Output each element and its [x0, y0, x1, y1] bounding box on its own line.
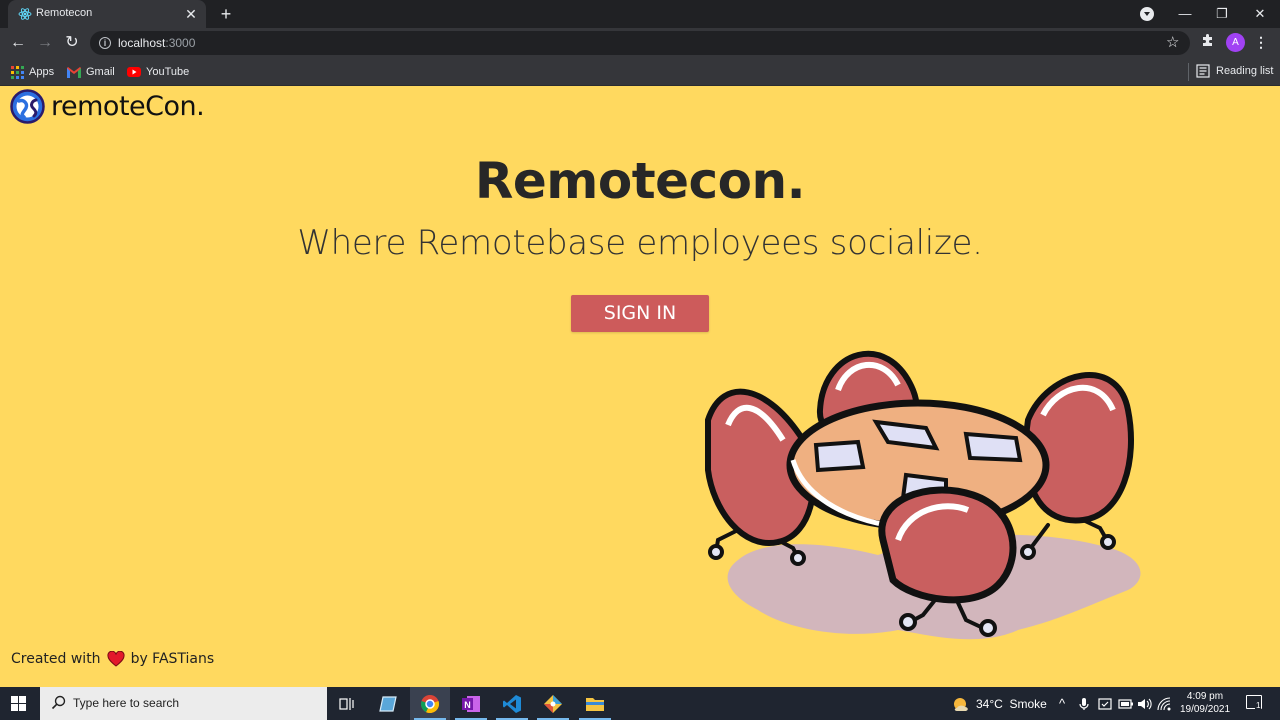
- windows-start-icon[interactable]: [11, 696, 26, 711]
- minimize-button[interactable]: —: [1166, 0, 1204, 28]
- footer-prefix: Created with: [11, 651, 101, 667]
- notes-app-icon: [379, 695, 397, 712]
- meeting-table-illustration: [705, 350, 1141, 640]
- task-view-button[interactable]: [327, 687, 367, 720]
- weather-text: 34°C Smoke: [976, 696, 1047, 711]
- chrome-app-icon: [420, 694, 440, 713]
- search-placeholder: Type here to search: [73, 696, 180, 710]
- bookmark-star-icon[interactable]: ☆: [1166, 33, 1179, 51]
- youtube-icon: [127, 67, 141, 77]
- forward-arrow-icon[interactable]: →: [34, 32, 56, 54]
- tab-strip: Remotecon ✕ + — ❐ ✕: [0, 0, 1280, 28]
- volume-icon[interactable]: [1137, 687, 1153, 720]
- sign-in-button[interactable]: SIGN IN: [571, 295, 709, 332]
- tab-title: Remotecon: [36, 7, 93, 19]
- tray-overflow-chevron-icon[interactable]: ^: [1059, 687, 1065, 720]
- page-subtitle: Where Remotebase employees socialize.: [297, 223, 983, 263]
- bookmark-apps[interactable]: Apps: [11, 64, 54, 80]
- url-port: :3000: [165, 36, 196, 50]
- logo-text: remoteCon.: [51, 91, 205, 122]
- react-favicon-icon: [18, 8, 32, 20]
- tab-remotecon[interactable]: Remotecon ✕: [8, 0, 206, 28]
- security-icon[interactable]: [1098, 687, 1112, 720]
- profile-avatar[interactable]: A: [1226, 33, 1245, 52]
- bookmark-gmail[interactable]: Gmail: [67, 64, 115, 80]
- taskbar-app-file-explorer[interactable]: [575, 687, 615, 720]
- bookmark-youtube[interactable]: YouTube: [127, 64, 189, 80]
- site-info-icon[interactable]: i: [99, 37, 111, 49]
- tab-search-icon[interactable]: [1140, 7, 1154, 21]
- close-window-button[interactable]: ✕: [1241, 0, 1279, 28]
- reading-list-button[interactable]: Reading list: [1187, 63, 1274, 81]
- taskbar-app-onenote[interactable]: N: [451, 687, 491, 720]
- battery-icon[interactable]: [1118, 687, 1134, 720]
- taskbar-clock[interactable]: 4:09 pm 19/09/2021: [1176, 690, 1234, 716]
- browser-toolbar: ← → ↻ i localhost:3000 ☆ A ⋮: [0, 28, 1280, 58]
- git-app-icon: [544, 694, 562, 713]
- page-viewport: remoteCon. Remotecon. Where Remotebase e…: [0, 86, 1280, 687]
- page-title: Remotecon.: [474, 152, 806, 210]
- bookmarks-bar: Apps Gmail YouTube Reading list: [0, 58, 1280, 86]
- bookmark-label: Apps: [29, 66, 55, 78]
- taskbar-app-vscode[interactable]: [492, 687, 532, 720]
- address-bar[interactable]: i localhost:3000 ☆: [90, 31, 1190, 55]
- page-footer: Created with by FASTians: [11, 651, 214, 667]
- footer-suffix: by FASTians: [130, 651, 215, 667]
- extensions-puzzle-icon[interactable]: [1200, 32, 1216, 48]
- apps-grid-icon: [11, 65, 24, 79]
- task-view-icon: [339, 697, 354, 710]
- clock-date: 19/09/2021: [1179, 704, 1231, 715]
- weather-widget[interactable]: 34°C Smoke: [952, 687, 1047, 720]
- onenote-app-icon: N: [462, 695, 480, 712]
- reload-icon[interactable]: ↻: [61, 32, 83, 54]
- heart-icon: [107, 651, 125, 667]
- wifi-icon[interactable]: [1157, 687, 1171, 720]
- clock-time: 4:09 pm: [1186, 691, 1224, 702]
- new-tab-button[interactable]: +: [216, 4, 236, 24]
- taskbar-app-chrome[interactable]: [410, 687, 450, 720]
- site-logo[interactable]: remoteCon.: [10, 89, 205, 124]
- bookmark-label: Gmail: [86, 66, 115, 78]
- taskbar-search-box[interactable]: Type here to search: [40, 687, 327, 720]
- reading-list-icon: [1196, 64, 1210, 78]
- back-arrow-icon[interactable]: ←: [7, 32, 29, 54]
- chrome-menu-icon[interactable]: ⋮: [1254, 32, 1268, 52]
- weather-sun-icon: [954, 697, 968, 711]
- tab-close-icon[interactable]: ✕: [183, 6, 199, 22]
- windows-taskbar: Type here to search N 34°C Smoke ^ 4:09 …: [0, 687, 1280, 720]
- notification-count: 1: [1255, 701, 1262, 710]
- search-icon: [51, 695, 66, 710]
- microphone-icon[interactable]: [1079, 687, 1089, 720]
- taskbar-app-sourcetree[interactable]: [533, 687, 573, 720]
- taskbar-app-notes[interactable]: [368, 687, 408, 720]
- vscode-app-icon: [503, 694, 521, 713]
- bookmark-label: YouTube: [146, 66, 190, 78]
- url-host: localhost: [118, 36, 166, 50]
- onenote-letter: N: [464, 700, 471, 710]
- remotecon-logo-icon: [10, 89, 45, 124]
- gmail-icon: [67, 66, 81, 78]
- folder-icon: [586, 697, 604, 711]
- reading-list-label: Reading list: [1216, 65, 1274, 77]
- url-text[interactable]: localhost:3000: [118, 36, 195, 50]
- restore-button[interactable]: ❐: [1203, 0, 1241, 28]
